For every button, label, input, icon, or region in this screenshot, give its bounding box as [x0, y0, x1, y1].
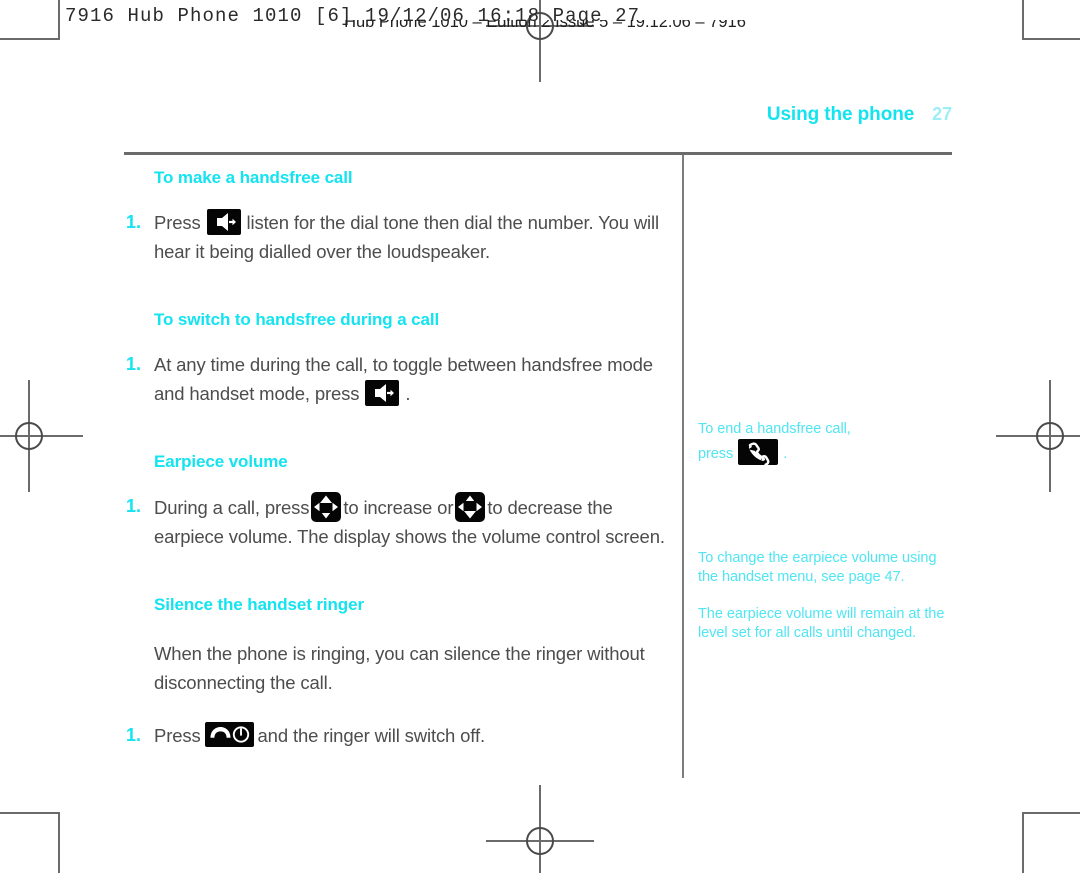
printer-slug-subline: Hub Phone 1010 – Edition 2 Issue 5 – 19.… — [344, 20, 746, 31]
registration-circle — [526, 827, 554, 855]
step-text-mid: to increase or — [343, 497, 454, 518]
end-call-key-icon[interactable] — [204, 722, 254, 747]
side-note-press-label: press — [698, 446, 734, 462]
registration-mark-right — [996, 380, 1080, 492]
side-note-column: To end a handsfree call, press . To chan… — [698, 420, 960, 643]
step-item: 1. At any time during the call, to toggl… — [124, 350, 672, 408]
handset-key-icon[interactable] — [738, 439, 779, 465]
registration-circle — [15, 422, 43, 450]
running-head-title: Using the phone — [766, 104, 915, 125]
step-text-pre: During a call, press — [154, 497, 310, 518]
step-text: During a call, press to increase or to d… — [154, 492, 672, 551]
step-number: 1. — [126, 354, 142, 374]
column-divider — [682, 155, 684, 778]
nav-key-up-icon[interactable] — [311, 492, 342, 522]
nav-key-down-icon[interactable] — [455, 492, 486, 522]
side-note-line-2: press . — [698, 439, 960, 465]
step-text-pre: Press — [154, 212, 201, 233]
step-number: 1. — [126, 212, 142, 232]
step-text-post: and the ringer will switch off. — [257, 725, 486, 746]
registration-mark-bottom — [486, 785, 594, 873]
section-title-earpiece-volume: Earpiece volume — [154, 452, 288, 471]
step-text-pre: At any time during the call, to toggle b… — [154, 354, 653, 404]
side-note-end-handsfree-call: To end a handsfree call, press . — [698, 420, 960, 465]
side-note-volume-remains: The earpiece volume will remain at the l… — [698, 606, 945, 641]
printer-slug-subline-clip: Hub Phone 1010 – Edition 2 Issue 5 – 19.… — [330, 20, 760, 42]
step-number: 1. — [126, 725, 142, 745]
section-paragraph: When the phone is ringing, you can silen… — [154, 643, 645, 693]
step-text-post: . — [405, 383, 411, 404]
section-title-silence-handset-ringer: Silence the handset ringer — [154, 595, 364, 614]
speaker-key-icon[interactable] — [206, 209, 241, 235]
step-item: 1. During a call, press to increase or t… — [124, 492, 672, 551]
crop-mark-top-left — [0, 0, 60, 40]
page-number: 27 — [932, 104, 952, 124]
header-rule — [124, 152, 952, 155]
side-note-line-1: To end a handsfree call, — [698, 421, 851, 437]
step-text: At any time during the call, to toggle b… — [154, 350, 672, 408]
section-title-make-handsfree-call: To make a handsfree call — [154, 168, 353, 187]
step-text-pre: Press — [154, 725, 201, 746]
speaker-key-icon[interactable] — [365, 380, 400, 406]
crop-mark-bottom-left — [0, 812, 60, 873]
step-item: 1. Press listen for the dial tone then d… — [124, 208, 672, 266]
step-text: Press listen for the dial tone then dial… — [154, 208, 672, 266]
side-note-period: . — [783, 446, 788, 462]
manual-page: 7916 Hub Phone 1010 [6] 19/12/06 16:18 P… — [0, 0, 1080, 873]
step-item: 1. Press and the ringer will switch off. — [124, 721, 672, 750]
step-text: Press and the ringer will switch off. — [154, 721, 485, 750]
section-title-switch-to-handsfree: To switch to handsfree during a call — [154, 310, 440, 329]
registration-mark-left — [0, 380, 83, 492]
crop-mark-bottom-right — [1022, 812, 1080, 873]
crop-mark-top-right — [1022, 0, 1080, 40]
registration-circle — [1036, 422, 1064, 450]
step-number: 1. — [126, 496, 142, 516]
side-note-change-earpiece-volume: To change the earpiece volume using the … — [698, 550, 937, 585]
running-head: Using the phone 27 — [767, 104, 952, 126]
main-content-column: To make a handsfree call 1. Press listen… — [124, 168, 672, 750]
